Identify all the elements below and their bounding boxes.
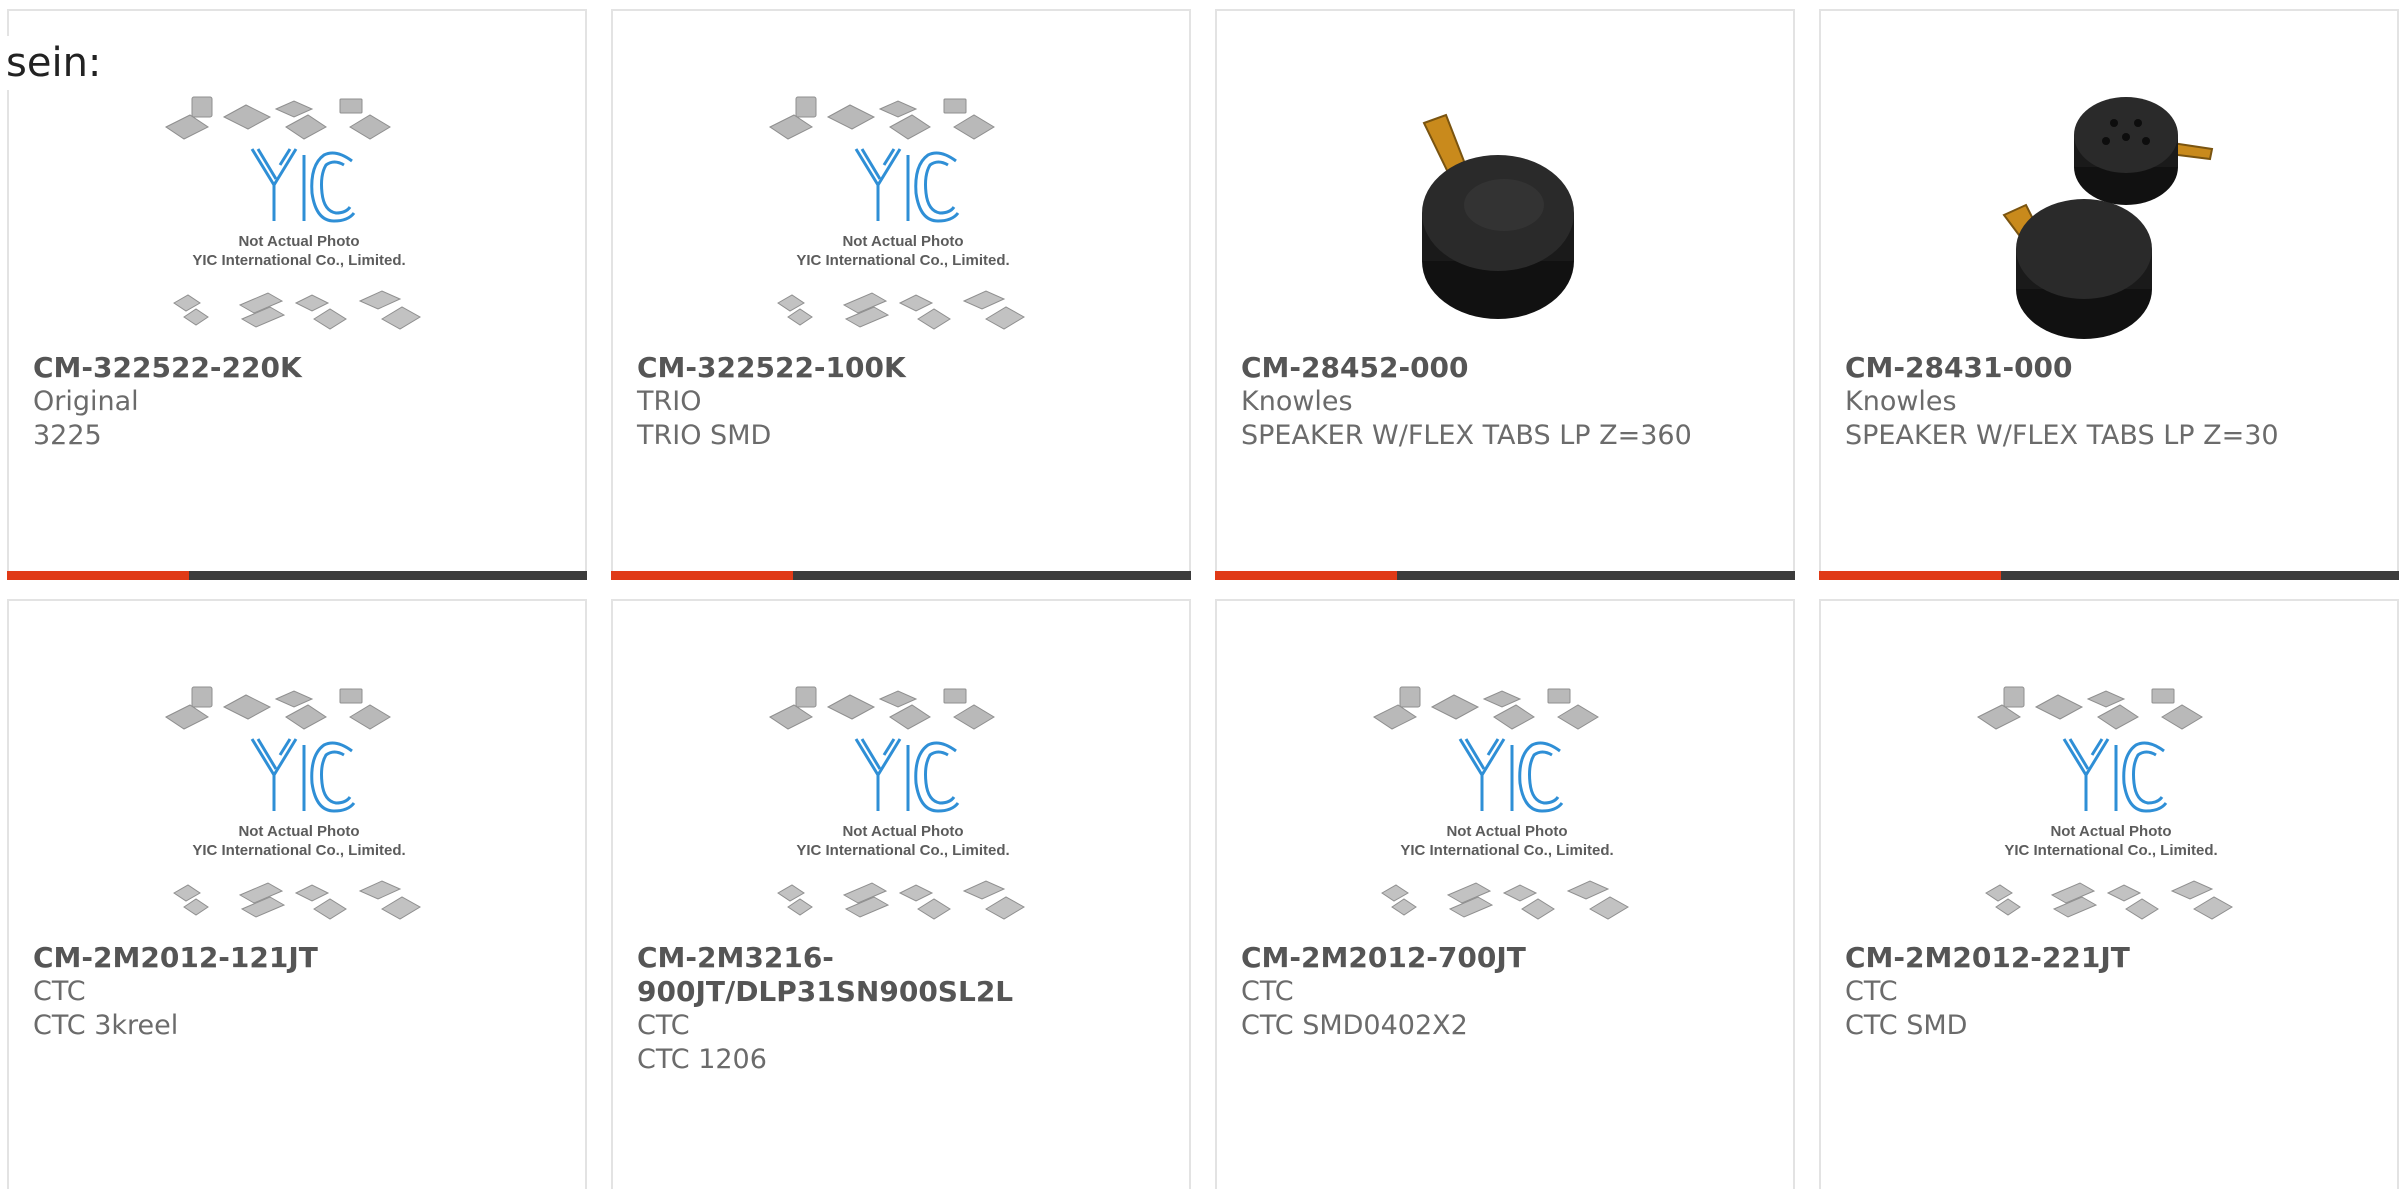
intro-text: sein:	[6, 36, 102, 90]
part-number-link[interactable]: CM-2M2012-700JT	[1241, 941, 1775, 975]
card-progress-bar	[1215, 571, 1795, 580]
manufacturer-name: TRIO	[637, 386, 702, 417]
placeholder-text: Not Actual Photo	[2050, 823, 2171, 840]
card-progress-bar	[7, 571, 587, 580]
card-progress-bar	[611, 571, 1191, 580]
yic-placeholder-image: Not Actual Photo YIC International Co., …	[768, 93, 1038, 351]
product-description: CTC SMD0402X2	[1241, 1010, 1468, 1041]
part-number-link[interactable]: CM-28452-000	[1241, 351, 1775, 385]
yic-placeholder-image: Not Actual Photo YIC International Co., …	[1976, 683, 2246, 941]
placeholder-text: Not Actual Photo	[1446, 823, 1567, 840]
product-description: CTC 3kreel	[33, 1010, 179, 1041]
card-bar-accent	[1819, 571, 2001, 580]
placeholder-text: YIC International Co., Limited.	[796, 842, 1009, 859]
card-progress-bar	[1819, 571, 2399, 580]
product-card[interactable]: Not Actual Photo YIC International Co., …	[1215, 599, 1795, 1189]
product-description: 3225	[33, 420, 102, 451]
yic-placeholder-image: Not Actual Photo YIC International Co., …	[768, 683, 1038, 941]
part-number-link[interactable]: CM-322522-220K	[33, 351, 567, 385]
yic-placeholder-image: Not Actual Photo YIC International Co., …	[164, 93, 434, 351]
card-bar-accent	[611, 571, 793, 580]
yic-placeholder-image: Not Actual Photo YIC International Co., …	[164, 683, 434, 941]
part-number-link[interactable]: CM-2M2012-121JT	[33, 941, 567, 975]
product-card[interactable]: CM-28452-000 Knowles SPEAKER W/FLEX TABS…	[1215, 9, 1795, 580]
placeholder-text: YIC International Co., Limited.	[1400, 842, 1613, 859]
manufacturer-name: Knowles	[1241, 386, 1353, 417]
product-description: CTC SMD	[1845, 1010, 1968, 1041]
placeholder-text: YIC International Co., Limited.	[796, 252, 1009, 269]
placeholder-text: YIC International Co., Limited.	[192, 842, 405, 859]
part-number-link[interactable]: CM-2M3216-900JT/DLP31SN900SL2L	[637, 941, 1171, 1009]
part-number-link[interactable]: CM-28431-000	[1845, 351, 2379, 385]
product-info: CM-322522-220K Original 3225	[33, 351, 567, 453]
product-card[interactable]: Not Actual Photo YIC International Co., …	[611, 599, 1191, 1189]
speaker-photo	[1372, 93, 1642, 351]
manufacturer-name: CTC	[33, 976, 86, 1007]
product-description: CTC 1206	[637, 1044, 767, 1075]
yic-placeholder-image: Not Actual Photo YIC International Co., …	[1372, 683, 1642, 941]
placeholder-text: YIC International Co., Limited.	[2004, 842, 2217, 859]
product-info: CM-28452-000 Knowles SPEAKER W/FLEX TABS…	[1241, 351, 1775, 453]
product-info: CM-322522-100K TRIO TRIO SMD	[637, 351, 1171, 453]
manufacturer-name: CTC	[1845, 976, 1898, 1007]
product-card[interactable]: CM-28431-000 Knowles SPEAKER W/FLEX TABS…	[1819, 9, 2399, 580]
placeholder-text: Not Actual Photo	[842, 823, 963, 840]
placeholder-text: Not Actual Photo	[842, 233, 963, 250]
product-card[interactable]: Not Actual Photo YIC International Co., …	[7, 9, 587, 580]
product-description: SPEAKER W/FLEX TABS LP Z=360	[1241, 420, 1692, 451]
product-card[interactable]: Not Actual Photo YIC International Co., …	[1819, 599, 2399, 1189]
product-description: TRIO SMD	[637, 420, 772, 451]
card-bar-accent	[1215, 571, 1397, 580]
card-bar-accent	[7, 571, 189, 580]
part-number-link[interactable]: CM-322522-100K	[637, 351, 1171, 385]
placeholder-text: Not Actual Photo	[238, 233, 359, 250]
manufacturer-name: CTC	[1241, 976, 1294, 1007]
speaker-pair-photo	[1976, 93, 2246, 351]
placeholder-text: Not Actual Photo	[238, 823, 359, 840]
product-grid: Not Actual Photo YIC International Co., …	[0, 0, 2400, 1189]
manufacturer-name: Knowles	[1845, 386, 1957, 417]
product-card[interactable]: Not Actual Photo YIC International Co., …	[7, 599, 587, 1189]
product-info: CM-2M2012-221JT CTC CTC SMD	[1845, 941, 2379, 1043]
manufacturer-name: CTC	[637, 1010, 690, 1041]
product-description: SPEAKER W/FLEX TABS LP Z=30	[1845, 420, 2279, 451]
product-info: CM-2M2012-700JT CTC CTC SMD0402X2	[1241, 941, 1775, 1043]
product-info: CM-28431-000 Knowles SPEAKER W/FLEX TABS…	[1845, 351, 2379, 453]
placeholder-text: YIC International Co., Limited.	[192, 252, 405, 269]
product-card[interactable]: Not Actual Photo YIC International Co., …	[611, 9, 1191, 580]
manufacturer-name: Original	[33, 386, 139, 417]
part-number-link[interactable]: CM-2M2012-221JT	[1845, 941, 2379, 975]
product-info: CM-2M3216-900JT/DLP31SN900SL2L CTC CTC 1…	[637, 941, 1171, 1077]
product-info: CM-2M2012-121JT CTC CTC 3kreel	[33, 941, 567, 1043]
